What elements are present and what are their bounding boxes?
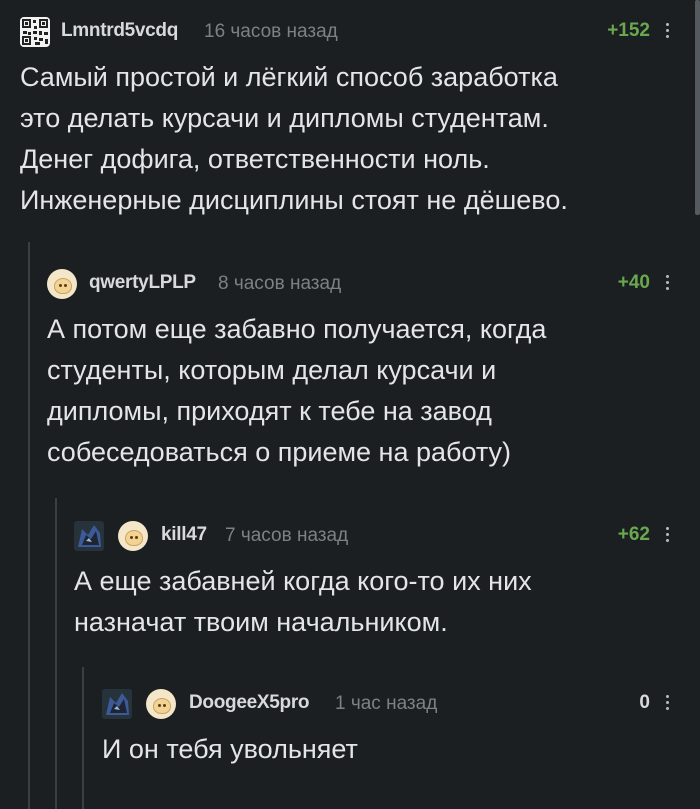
comment-time[interactable]: 1 час назад bbox=[335, 693, 437, 715]
comment-rating: 0 bbox=[639, 692, 650, 713]
comment-header: DoogeeX5pro 1 час назад 0 bbox=[0, 686, 700, 722]
comment-text: И он тебя увольняет bbox=[102, 734, 358, 764]
username[interactable]: DoogeeX5pro bbox=[189, 692, 310, 714]
comment: DoogeeX5pro 1 час назад 0 И он тебя увол… bbox=[0, 0, 700, 800]
avatar[interactable] bbox=[146, 689, 176, 719]
more-options-icon[interactable] bbox=[664, 693, 670, 713]
community-badge-icon[interactable] bbox=[102, 689, 132, 719]
